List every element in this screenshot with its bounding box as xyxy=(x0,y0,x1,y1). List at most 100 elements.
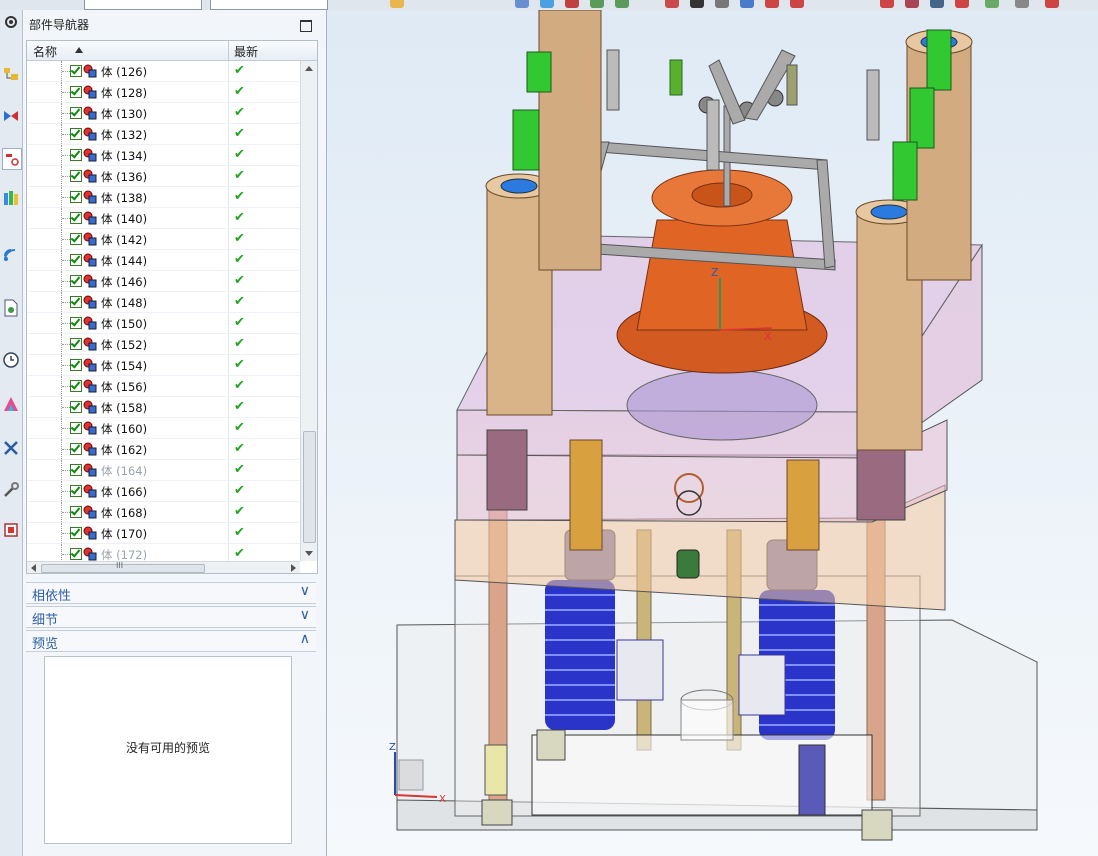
constraint-navigator-icon[interactable] xyxy=(2,106,20,126)
tree-row[interactable]: 体 (166) ✔ xyxy=(27,481,300,502)
toolbar-button[interactable] xyxy=(690,0,704,8)
toolbar-button[interactable] xyxy=(1045,0,1059,8)
scroll-left-arrow-icon[interactable] xyxy=(31,564,36,572)
clock-history-icon[interactable] xyxy=(2,350,20,370)
tree-row[interactable]: 体 (138) ✔ xyxy=(27,187,300,208)
column-header-latest[interactable]: 最新 xyxy=(234,43,258,60)
scrollbar-thumb[interactable] xyxy=(303,431,316,543)
visibility-checkbox[interactable] xyxy=(70,212,82,224)
reuse-library-icon[interactable] xyxy=(2,188,20,208)
visibility-checkbox[interactable] xyxy=(70,506,82,518)
pin[interactable] xyxy=(866,69,880,141)
visibility-checkbox[interactable] xyxy=(70,191,82,203)
toolbar-button[interactable] xyxy=(765,0,779,8)
visibility-checkbox[interactable] xyxy=(70,359,82,371)
toolbar-button[interactable] xyxy=(665,0,679,8)
tree-row[interactable]: 体 (152) ✔ xyxy=(27,334,300,355)
pin[interactable] xyxy=(606,49,620,111)
web-browser-icon[interactable] xyxy=(2,244,20,264)
system-materials-icon[interactable] xyxy=(2,394,20,414)
history-document-icon[interactable] xyxy=(2,298,20,318)
green-fitting[interactable] xyxy=(526,51,552,93)
sleeve[interactable] xyxy=(680,699,734,741)
green-fitting[interactable] xyxy=(926,29,952,91)
visibility-checkbox[interactable] xyxy=(70,380,82,392)
selection-filter-combo[interactable] xyxy=(84,0,202,10)
tree-row[interactable]: 体 (128) ✔ xyxy=(27,82,300,103)
scroll-down-arrow-icon[interactable] xyxy=(305,551,313,556)
toolbar-button[interactable] xyxy=(955,0,969,8)
process-studio-icon[interactable] xyxy=(2,438,20,458)
guide-rod[interactable] xyxy=(569,439,603,551)
toolbar-button[interactable] xyxy=(740,0,754,8)
toolbar-button[interactable] xyxy=(905,0,919,8)
tree-row[interactable]: 体 (132) ✔ xyxy=(27,124,300,145)
graphics-viewport[interactable]: Z X Z X xyxy=(327,10,1098,856)
visibility-checkbox[interactable] xyxy=(70,464,82,476)
chevron-down-icon[interactable]: ∨ xyxy=(300,607,310,623)
tree-row[interactable]: 体 (160) ✔ xyxy=(27,418,300,439)
visibility-checkbox[interactable] xyxy=(70,128,82,140)
manufacturing-wizard-icon[interactable] xyxy=(2,480,20,500)
bushing[interactable] xyxy=(856,439,906,521)
horizontal-scrollbar-thumb[interactable]: III xyxy=(41,561,205,573)
tree-row[interactable]: 体 (142) ✔ xyxy=(27,229,300,250)
tree-row[interactable]: 体 (162) ✔ xyxy=(27,439,300,460)
visibility-checkbox[interactable] xyxy=(70,401,82,413)
guide-pillar-back-left[interactable] xyxy=(538,10,602,271)
foot[interactable] xyxy=(536,729,566,761)
tree-row[interactable]: 体 (146) ✔ xyxy=(27,271,300,292)
foot[interactable] xyxy=(481,799,513,826)
tree-row[interactable]: 体 (140) ✔ xyxy=(27,208,300,229)
horizontal-scrollbar[interactable]: III xyxy=(27,561,300,573)
pin[interactable] xyxy=(669,59,683,96)
tree-row[interactable]: 体 (130) ✔ xyxy=(27,103,300,124)
toolbar-button[interactable] xyxy=(985,0,999,8)
visibility-checkbox[interactable] xyxy=(70,485,82,497)
visibility-checkbox[interactable] xyxy=(70,86,82,98)
tree-row[interactable]: 体 (170) ✔ xyxy=(27,523,300,544)
tree-row[interactable]: 体 (168) ✔ xyxy=(27,502,300,523)
toolbar-button[interactable] xyxy=(390,0,404,8)
part-navigator-icon[interactable] xyxy=(2,148,22,170)
block[interactable] xyxy=(738,654,786,716)
toolbar-button[interactable] xyxy=(715,0,729,8)
toolbar-button[interactable] xyxy=(790,0,804,8)
column-divider[interactable] xyxy=(228,41,229,60)
section-details[interactable]: 细节 ∨ xyxy=(26,606,316,628)
tree-row[interactable]: 体 (154) ✔ xyxy=(27,355,300,376)
mold-assembly-model[interactable]: Z X Z X xyxy=(327,10,1098,856)
assembly-navigator-icon[interactable] xyxy=(2,64,20,84)
pin[interactable] xyxy=(706,99,720,171)
section-dependencies[interactable]: 相依性 ∨ xyxy=(26,582,316,604)
toolbar-button[interactable] xyxy=(880,0,894,8)
visibility-checkbox[interactable] xyxy=(70,65,82,77)
green-fitting[interactable] xyxy=(512,109,540,171)
tree-row[interactable]: 体 (150) ✔ xyxy=(27,313,300,334)
guide-rod[interactable] xyxy=(786,459,820,551)
tree-row[interactable]: 体 (126) ✔ xyxy=(27,61,300,82)
visibility-checkbox[interactable] xyxy=(70,149,82,161)
tree-row[interactable]: 体 (158) ✔ xyxy=(27,397,300,418)
selection-scope-combo[interactable] xyxy=(210,0,328,10)
visibility-checkbox[interactable] xyxy=(70,317,82,329)
vertical-scrollbar[interactable] xyxy=(300,61,317,561)
toolbar-button[interactable] xyxy=(1015,0,1029,8)
toolbar-button[interactable] xyxy=(565,0,579,8)
visibility-checkbox[interactable] xyxy=(70,107,82,119)
toolbar-button[interactable] xyxy=(615,0,629,8)
visibility-checkbox[interactable] xyxy=(70,275,82,287)
tree-row[interactable]: 体 (144) ✔ xyxy=(27,250,300,271)
leg[interactable] xyxy=(798,744,826,816)
toolbar-button[interactable] xyxy=(515,0,529,8)
settings-gear-icon[interactable] xyxy=(2,12,20,32)
block[interactable] xyxy=(616,639,664,701)
green-fitting[interactable] xyxy=(892,141,918,201)
green-fitting[interactable] xyxy=(909,87,935,149)
visibility-checkbox[interactable] xyxy=(70,548,82,560)
visibility-checkbox[interactable] xyxy=(70,338,82,350)
visibility-checkbox[interactable] xyxy=(70,443,82,455)
core-base[interactable] xyxy=(626,369,818,441)
visibility-checkbox[interactable] xyxy=(70,254,82,266)
tree-row[interactable]: 体 (134) ✔ xyxy=(27,145,300,166)
